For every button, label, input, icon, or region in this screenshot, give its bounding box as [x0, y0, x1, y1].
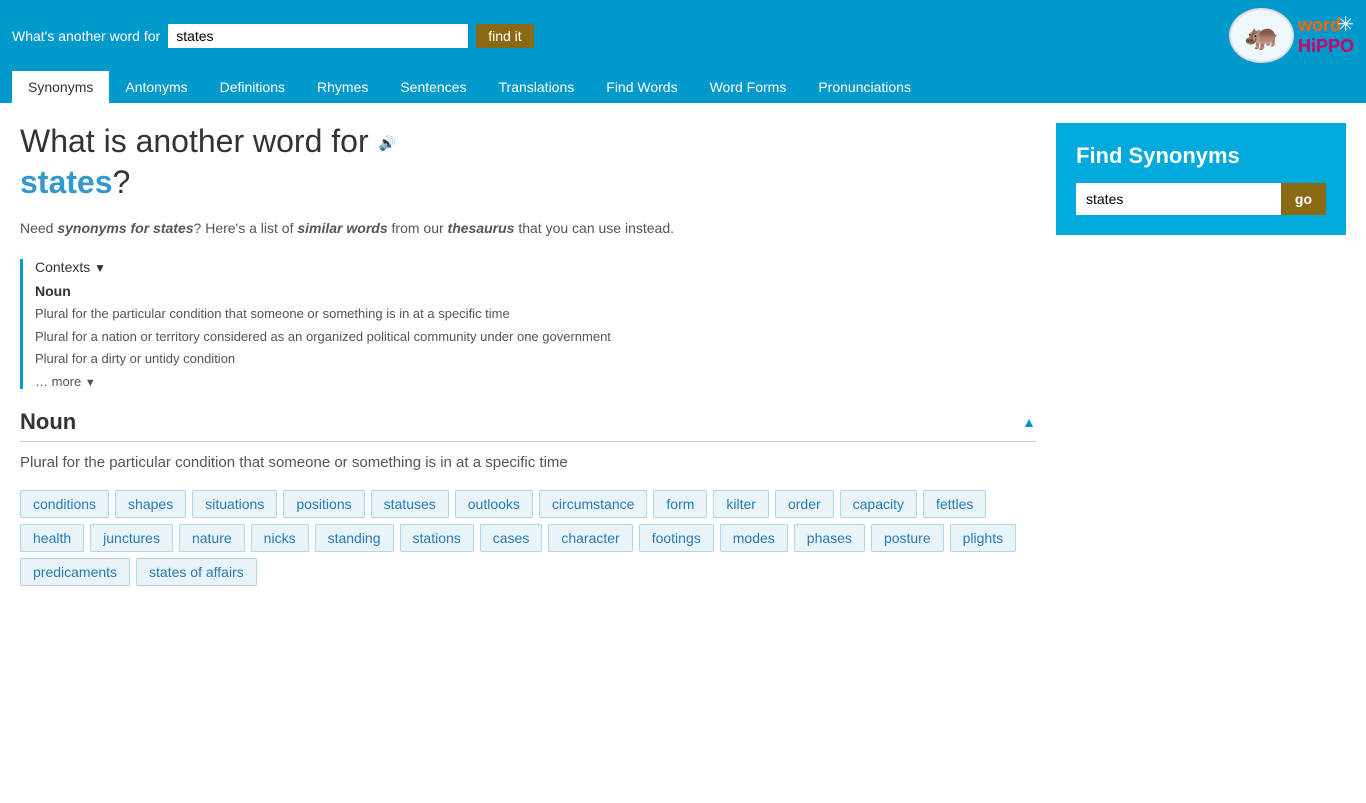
logo-area: 🦛 word HiPPO [1229, 8, 1354, 63]
word-tag[interactable]: nicks [251, 524, 309, 552]
search-input[interactable] [168, 24, 468, 48]
word-tag[interactable]: order [775, 490, 834, 518]
page-word-heading: states? [20, 164, 1036, 201]
word-tag[interactable]: capacity [840, 490, 917, 518]
word-highlight: states [20, 164, 113, 200]
word-tag[interactable]: statuses [371, 490, 449, 518]
word-tag[interactable]: states of affairs [136, 558, 257, 586]
tab-definitions[interactable]: Definitions [204, 71, 301, 103]
more-link-label: … more [35, 374, 81, 389]
word-tag[interactable]: kilter [713, 490, 769, 518]
find-synonyms-row: go [1076, 183, 1326, 215]
subtitle-text: Need synonyms for states? Here's a list … [20, 217, 1036, 239]
tab-translations[interactable]: Translations [483, 71, 591, 103]
page-heading: What is another word for [20, 123, 369, 160]
word-tag[interactable]: standing [315, 524, 394, 552]
word-tag[interactable]: situations [192, 490, 277, 518]
word-tag[interactable]: stations [400, 524, 474, 552]
context-item-3: Plural for a dirty or untidy condition [35, 350, 1036, 368]
context-box: Contexts ▼ Noun Plural for the particula… [20, 259, 1036, 389]
hippo-icon: 🦛 [1229, 8, 1294, 63]
noun-label: Noun [35, 283, 1036, 299]
word-tag[interactable]: nature [179, 524, 245, 552]
question-mark: ? [113, 164, 131, 200]
tab-find-words[interactable]: Find Words [590, 71, 693, 103]
tab-word-forms[interactable]: Word Forms [694, 71, 803, 103]
word-tag[interactable]: footings [639, 524, 714, 552]
word-tag[interactable]: phases [794, 524, 865, 552]
tab-sentences[interactable]: Sentences [384, 71, 482, 103]
section-desc: Plural for the particular condition that… [20, 452, 1036, 475]
sidebar: Find Synonyms go [1056, 123, 1346, 783]
context-item-1: Plural for the particular condition that… [35, 305, 1036, 323]
logo-hippo-part: HiPPO [1298, 36, 1354, 56]
context-header: Contexts ▼ [35, 259, 1036, 275]
word-tag[interactable]: health [20, 524, 84, 552]
tab-synonyms[interactable]: Synonyms [12, 71, 109, 103]
word-tags: conditionsshapessituationspositionsstatu… [20, 490, 1036, 586]
tab-pronunciations[interactable]: Pronunciations [802, 71, 927, 103]
find-it-button[interactable]: find it [476, 24, 533, 48]
content-area: What is another word for 🔊 states? Need … [20, 123, 1036, 783]
collapse-icon[interactable]: ▲ [1022, 414, 1036, 430]
find-synonyms-input[interactable] [1076, 183, 1281, 215]
contexts-label: Contexts [35, 259, 90, 275]
find-synonyms-go-button[interactable]: go [1281, 183, 1326, 215]
word-tag[interactable]: modes [720, 524, 788, 552]
heading-pre: What is another word for [20, 123, 369, 159]
search-label: What's another word for [12, 28, 160, 44]
word-tag[interactable]: form [653, 490, 707, 518]
section-title: Noun [20, 409, 76, 435]
word-tag[interactable]: plights [950, 524, 1016, 552]
contexts-arrow-icon[interactable]: ▼ [94, 261, 106, 275]
tab-antonyms[interactable]: Antonyms [109, 71, 203, 103]
word-tag[interactable]: cases [480, 524, 543, 552]
word-tag[interactable]: predicaments [20, 558, 130, 586]
more-arrow-icon: ▼ [85, 377, 96, 389]
section-header: Noun ▲ [20, 409, 1036, 442]
word-tag[interactable]: posture [871, 524, 944, 552]
nav-tabs: Synonyms Antonyms Definitions Rhymes Sen… [0, 71, 1366, 103]
sound-icon[interactable]: 🔊 [379, 135, 396, 152]
word-tag[interactable]: character [548, 524, 632, 552]
main-layout: What is another word for 🔊 states? Need … [0, 103, 1366, 803]
more-link[interactable]: … more ▼ [35, 374, 1036, 389]
word-tag[interactable]: fettles [923, 490, 986, 518]
top-bar: What's another word for find it 🦛 word H… [0, 0, 1366, 71]
context-item-2: Plural for a nation or territory conside… [35, 328, 1036, 346]
word-tag[interactable]: junctures [90, 524, 173, 552]
star-decoration: ✳ [1337, 12, 1354, 37]
heading-row: What is another word for 🔊 [20, 123, 1036, 164]
word-tag[interactable]: outlooks [455, 490, 533, 518]
find-synonyms-box: Find Synonyms go [1056, 123, 1346, 235]
tab-rhymes[interactable]: Rhymes [301, 71, 384, 103]
word-tag[interactable]: conditions [20, 490, 109, 518]
word-tag[interactable]: positions [283, 490, 364, 518]
word-tag[interactable]: circumstance [539, 490, 647, 518]
logo: 🦛 word HiPPO [1229, 8, 1354, 63]
find-synonyms-title: Find Synonyms [1076, 143, 1326, 169]
logo-word-part: word [1298, 15, 1341, 35]
word-tag[interactable]: shapes [115, 490, 186, 518]
